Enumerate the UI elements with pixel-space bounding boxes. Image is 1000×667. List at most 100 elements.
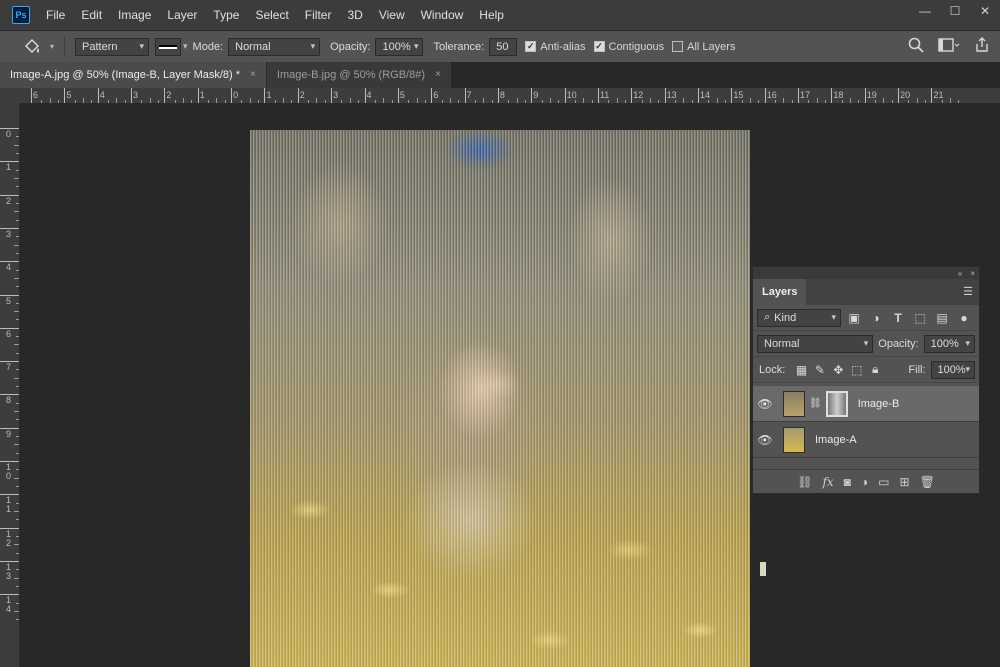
contiguous-checkbox[interactable]: ✓ <box>593 41 605 52</box>
filter-type-icon[interactable]: T <box>889 309 907 327</box>
ruler-top-label: 8 <box>499 90 505 100</box>
lock-all-icon[interactable]: 🔒︎ <box>868 361 882 379</box>
layers-panel: « × Layers ☰ ⌕ Kind ▾ ▣ ◑ T ⬚ ▤ ● Normal ▾ … <box>752 266 980 494</box>
ruler-top-label: 1 <box>199 90 205 100</box>
fill-input[interactable]: 100% ▾ <box>930 360 975 379</box>
panel-close-icon[interactable]: × <box>970 269 975 278</box>
menu-edit[interactable]: Edit <box>73 0 110 30</box>
layer-row-image-a[interactable]: 👁︎ Image-A <box>753 422 979 458</box>
layer-filter-row: ⌕ Kind ▾ ▣ ◑ T ⬚ ▤ ● <box>753 305 979 331</box>
layer-name: Image-A <box>815 433 857 446</box>
menu-3d[interactable]: 3D <box>339 0 370 30</box>
maximize-button[interactable]: ☐ <box>940 0 970 22</box>
ruler-top-label: 12 <box>633 90 644 100</box>
filter-smart-object-icon[interactable]: ▤ <box>933 309 951 327</box>
filter-toggle-icon[interactable]: ● <box>955 309 973 327</box>
tab-image-b[interactable]: Image-B.jpg @ 50% (RGB/8#) × <box>266 62 451 88</box>
tolerance-input[interactable]: 50 <box>489 37 518 56</box>
panel-scroll-tab[interactable] <box>760 562 766 576</box>
lock-label: Lock: <box>759 363 786 376</box>
menu-image[interactable]: Image <box>110 0 159 30</box>
ruler-left-label: 13 <box>6 561 12 581</box>
collapse-icon[interactable]: « <box>958 269 962 278</box>
ruler-left-label: 11 <box>6 495 12 515</box>
layer-name: Image-B <box>857 397 900 410</box>
lock-row: Lock: ▦ ✎ ✥ ⬚ 🔒︎ Fill: 100% ▾ <box>753 357 979 383</box>
mask-link-icon[interactable]: ⛓︎ <box>809 398 822 409</box>
share-icon[interactable] <box>974 37 990 56</box>
group-folder-icon[interactable]: ▭ <box>878 475 889 489</box>
filter-pixel-icon[interactable]: ▣ <box>845 309 863 327</box>
layer-mask-thumbnail[interactable] <box>825 390 848 417</box>
menu-file[interactable]: File <box>38 0 73 30</box>
menu-select[interactable]: Select <box>247 0 296 30</box>
antialias-label: Anti-alias <box>540 40 586 53</box>
menu-help[interactable]: Help <box>471 0 512 30</box>
canvas-image[interactable] <box>250 130 750 667</box>
link-layers-icon[interactable]: ⛓︎ <box>797 475 812 489</box>
layer-opacity-label: Opacity: <box>878 337 919 350</box>
visibility-eye-icon[interactable]: 👁︎ <box>753 433 777 447</box>
close-icon[interactable]: × <box>435 62 441 88</box>
new-layer-icon[interactable]: ⊞ <box>900 475 910 489</box>
visibility-eye-icon[interactable]: 👁︎ <box>753 397 777 411</box>
filter-shape-icon[interactable]: ⬚ <box>911 309 929 327</box>
ruler-top-label: 15 <box>733 90 744 100</box>
minimize-button[interactable]: — <box>910 0 940 22</box>
layer-opacity-input[interactable]: 100% ▾ <box>923 334 975 353</box>
fx-icon[interactable]: fx <box>822 475 833 489</box>
ruler-top-label: 20 <box>900 90 911 100</box>
search-icon[interactable] <box>908 37 924 56</box>
antialias-checkbox[interactable]: ✓ <box>525 41 537 52</box>
ruler-left-label: 10 <box>6 462 12 481</box>
menu-type[interactable]: Type <box>205 0 247 30</box>
fill-source-select[interactable]: Pattern ▾ <box>75 37 150 56</box>
close-button[interactable]: ✕ <box>970 0 1000 22</box>
ruler-top-label: 1 <box>266 90 272 100</box>
ruler-top-label: 18 <box>833 90 844 100</box>
filter-kind-select[interactable]: ⌕ Kind ▾ <box>757 308 841 327</box>
pattern-swatch[interactable] <box>155 37 182 56</box>
tab-layers[interactable]: Layers <box>753 279 807 305</box>
mode-select[interactable]: Normal ▾ <box>228 37 321 56</box>
ruler-top-label: 13 <box>666 90 677 100</box>
menu-view[interactable]: View <box>371 0 413 30</box>
add-mask-icon[interactable]: ◙ <box>844 475 851 489</box>
ruler-top-label: 17 <box>800 90 811 100</box>
lock-brush-icon[interactable]: ✎ <box>813 361 827 379</box>
photoshop-logo: Ps <box>12 6 30 24</box>
ruler-left-label: 5 <box>6 295 12 306</box>
all-layers-checkbox[interactable] <box>672 41 684 52</box>
layers-panel-footer: ⛓︎ fx ◙ ◑ ▭ ⊞ 🗑︎ <box>753 469 979 493</box>
menu-filter[interactable]: Filter <box>297 0 340 30</box>
lock-transparent-icon[interactable]: ▦ <box>794 361 808 379</box>
contiguous-label: Contiguous <box>608 40 665 53</box>
ruler-top-label: 2 <box>299 90 305 100</box>
trash-icon[interactable]: 🗑︎ <box>920 475 935 489</box>
paint-bucket-icon[interactable] <box>14 35 50 59</box>
adjustment-layer-icon[interactable]: ◑ <box>861 475 868 489</box>
blend-mode-select[interactable]: Normal ▾ <box>757 334 874 353</box>
layer-row-image-b[interactable]: 👁︎ ⛓︎ Image-B <box>753 386 979 422</box>
close-icon[interactable]: × <box>250 62 256 88</box>
menu-layer[interactable]: Layer <box>159 0 205 30</box>
options-bar: ▾ Pattern ▾ ▾ Mode: Normal ▾ Opacity: 100%… <box>0 30 1000 62</box>
ruler-top-label: 10 <box>566 90 577 100</box>
ruler-left-label: 6 <box>6 328 12 339</box>
tab-image-a[interactable]: Image-A.jpg @ 50% (Image-B, Layer Mask/8… <box>0 62 266 88</box>
ruler-left-label: 8 <box>6 395 12 406</box>
dog-figure <box>370 460 570 620</box>
lock-position-icon[interactable]: ✥ <box>831 361 845 379</box>
opacity-input[interactable]: 100% ▾ <box>375 37 424 56</box>
panel-menu-icon[interactable]: ☰ <box>963 285 973 298</box>
pattern-dropdown-icon[interactable]: ▾ <box>183 41 188 52</box>
ruler-corner[interactable] <box>0 88 20 104</box>
ruler-left[interactable]: 0 1 2 3 4 5 6 7 8 9 10 11 12 13 14 <box>0 104 20 667</box>
menu-window[interactable]: Window <box>413 0 472 30</box>
filter-adjustment-icon[interactable]: ◑ <box>867 309 885 327</box>
ruler-top[interactable]: 6 5 4 3 2 1 0 1 2 3 4 5 6 7 8 9 10 11 12 13 14 15 16 17 18 19 20 21 <box>20 88 1000 104</box>
ruler-top-label: 6 <box>33 90 39 100</box>
window-controls: — ☐ ✕ <box>910 0 1000 22</box>
workspace-icon[interactable] <box>938 37 960 56</box>
lock-artboard-icon[interactable]: ⬚ <box>850 361 864 379</box>
